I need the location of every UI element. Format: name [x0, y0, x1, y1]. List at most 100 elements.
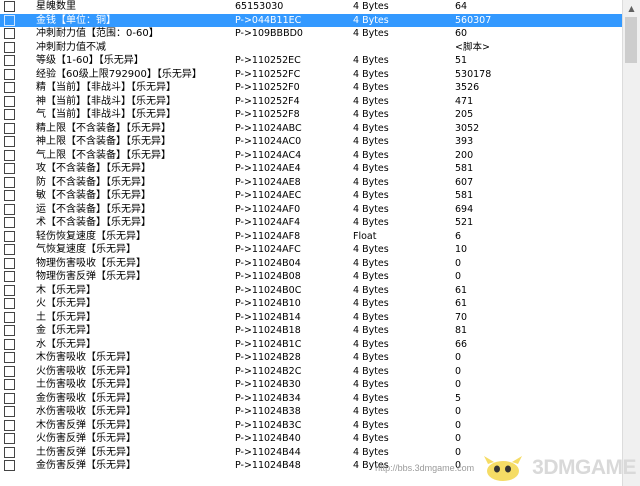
- row-value[interactable]: 51: [455, 54, 467, 68]
- table-row[interactable]: 火伤害吸收【乐无异】 P->11024B2C 4 Bytes 0: [0, 365, 623, 379]
- active-checkbox[interactable]: [4, 28, 15, 39]
- table-row[interactable]: 木【乐无异】 P->11024B0C 4 Bytes 61: [0, 284, 623, 298]
- row-value[interactable]: 0: [455, 432, 461, 446]
- active-checkbox[interactable]: [4, 163, 15, 174]
- table-row[interactable]: 水【乐无异】 P->11024B1C 4 Bytes 66: [0, 338, 623, 352]
- active-checkbox[interactable]: [4, 109, 15, 120]
- table-row[interactable]: 木伤害反弹【乐无异】 P->11024B3C 4 Bytes 0: [0, 419, 623, 433]
- active-checkbox[interactable]: [4, 271, 15, 282]
- active-checkbox[interactable]: [4, 95, 15, 107]
- table-row[interactable]: 金【乐无异】 P->11024B18 4 Bytes 81: [0, 324, 623, 338]
- row-value[interactable]: 560307: [455, 14, 491, 28]
- active-checkbox[interactable]: [4, 14, 15, 26]
- active-checkbox[interactable]: [4, 406, 15, 417]
- row-value[interactable]: 0: [455, 351, 461, 365]
- table-row[interactable]: 经验【60级上限792900】【乐无异】 P->110252FC 4 Bytes 53…: [0, 68, 623, 82]
- table-row[interactable]: 土【乐无异】 P->11024B14 4 Bytes 70: [0, 311, 623, 325]
- table-row[interactable]: 气恢复速度【乐无异】 P->11024AFC 4 Bytes 10: [0, 243, 623, 257]
- table-row[interactable]: 防【不含装备】【乐无异】 P->11024AE8 4 Bytes 607: [0, 176, 623, 190]
- row-value[interactable]: 694: [455, 203, 473, 217]
- table-row[interactable]: 水伤害吸收【乐无异】 P->11024B38 4 Bytes 0: [0, 405, 623, 419]
- table-row[interactable]: 冲刺耐力值【范围：0-60】 P->109BBBD0 4 Bytes 60: [0, 27, 623, 41]
- row-value[interactable]: 581: [455, 162, 473, 176]
- row-value[interactable]: 0: [455, 419, 461, 433]
- active-checkbox[interactable]: [4, 217, 15, 228]
- table-row[interactable]: 冲刺耐力值不减 <脚本>: [0, 41, 623, 55]
- table-row[interactable]: 轻伤恢复速度【乐无异】 P->11024AF8 Float 6: [0, 230, 623, 244]
- table-row[interactable]: 运【不含装备】【乐无异】 P->11024AF0 4 Bytes 694: [0, 203, 623, 217]
- table-row[interactable]: 精上限【不含装备】【乐无异】 P->11024ABC 4 Bytes 3052: [0, 122, 623, 136]
- active-checkbox[interactable]: [4, 41, 15, 53]
- scroll-up-arrow-icon[interactable]: ▲: [623, 0, 640, 17]
- active-checkbox[interactable]: [4, 203, 15, 215]
- active-checkbox[interactable]: [4, 284, 15, 296]
- row-value[interactable]: 0: [455, 365, 461, 379]
- table-row[interactable]: 物理伤害吸收【乐无异】 P->11024B04 4 Bytes 0: [0, 257, 623, 271]
- table-row[interactable]: 等级【1-60】【乐无异】 P->110252EC 4 Bytes 51: [0, 54, 623, 68]
- row-value[interactable]: 607: [455, 176, 473, 190]
- active-checkbox[interactable]: [4, 392, 15, 404]
- table-row[interactable]: 气【当前】【非战斗】【乐无异】 P->110252F8 4 Bytes 205: [0, 108, 623, 122]
- active-checkbox[interactable]: [4, 1, 15, 12]
- table-row[interactable]: 神【当前】【非战斗】【乐无异】 P->110252F4 4 Bytes 471: [0, 95, 623, 109]
- row-value[interactable]: 81: [455, 324, 467, 338]
- active-checkbox[interactable]: [4, 190, 15, 201]
- active-checkbox[interactable]: [4, 244, 15, 255]
- active-checkbox[interactable]: [4, 419, 15, 431]
- active-checkbox[interactable]: [4, 379, 15, 390]
- row-value[interactable]: 60: [455, 27, 467, 41]
- row-value[interactable]: 64: [455, 0, 467, 14]
- table-row[interactable]: 敏【不含装备】【乐无异】 P->11024AEC 4 Bytes 581: [0, 189, 623, 203]
- active-checkbox[interactable]: [4, 325, 15, 336]
- active-checkbox[interactable]: [4, 149, 15, 161]
- table-row[interactable]: 精【当前】【非战斗】【乐无异】 P->110252F0 4 Bytes 3526: [0, 81, 623, 95]
- active-checkbox[interactable]: [4, 82, 15, 93]
- table-row[interactable]: 火伤害反弹【乐无异】 P->11024B40 4 Bytes 0: [0, 432, 623, 446]
- table-row[interactable]: 木伤害吸收【乐无异】 P->11024B28 4 Bytes 0: [0, 351, 623, 365]
- row-value[interactable]: 530178: [455, 68, 491, 82]
- active-checkbox[interactable]: [4, 68, 15, 80]
- row-value[interactable]: 10: [455, 243, 467, 257]
- row-value[interactable]: 5: [455, 392, 461, 406]
- row-value[interactable]: 61: [455, 297, 467, 311]
- active-checkbox[interactable]: [4, 338, 15, 350]
- table-row[interactable]: 火【乐无异】 P->11024B10 4 Bytes 61: [0, 297, 623, 311]
- active-checkbox[interactable]: [4, 176, 15, 188]
- active-checkbox[interactable]: [4, 298, 15, 309]
- table-row[interactable]: 术【不含装备】【乐无异】 P->11024AF4 4 Bytes 521: [0, 216, 623, 230]
- table-row[interactable]: 攻【不含装备】【乐无异】 P->11024AE4 4 Bytes 581: [0, 162, 623, 176]
- row-value[interactable]: 581: [455, 189, 473, 203]
- row-value[interactable]: 3526: [455, 81, 479, 95]
- active-checkbox[interactable]: [4, 136, 15, 147]
- row-value[interactable]: 61: [455, 284, 467, 298]
- active-checkbox[interactable]: [4, 311, 15, 323]
- table-row[interactable]: 物理伤害反弹【乐无异】 P->11024B08 4 Bytes 0: [0, 270, 623, 284]
- scrollbar-thumb[interactable]: [625, 17, 637, 63]
- row-value[interactable]: 66: [455, 338, 467, 352]
- row-value[interactable]: 393: [455, 135, 473, 149]
- row-value[interactable]: 200: [455, 149, 473, 163]
- active-checkbox[interactable]: [4, 257, 15, 269]
- row-value[interactable]: <脚本>: [455, 41, 490, 55]
- row-value[interactable]: 0: [455, 405, 461, 419]
- table-row[interactable]: 星魄数里 65153030 4 Bytes 64: [0, 0, 623, 14]
- table-row[interactable]: 金伤害吸收【乐无异】 P->11024B34 4 Bytes 5: [0, 392, 623, 406]
- row-value[interactable]: 0: [455, 270, 461, 284]
- row-value[interactable]: 471: [455, 95, 473, 109]
- vertical-scrollbar[interactable]: ▲: [622, 0, 640, 486]
- row-value[interactable]: 521: [455, 216, 473, 230]
- active-checkbox[interactable]: [4, 433, 15, 444]
- row-value[interactable]: 3052: [455, 122, 479, 136]
- table-row[interactable]: 土伤害吸收【乐无异】 P->11024B30 4 Bytes 0: [0, 378, 623, 392]
- active-checkbox[interactable]: [4, 460, 15, 471]
- table-row[interactable]: 神上限【不含装备】【乐无异】 P->11024AC0 4 Bytes 393: [0, 135, 623, 149]
- table-row[interactable]: 金钱【单位：铜】 P->044B11EC 4 Bytes 560307: [0, 13, 623, 28]
- active-checkbox[interactable]: [4, 352, 15, 363]
- row-value[interactable]: 70: [455, 311, 467, 325]
- row-value[interactable]: 6: [455, 230, 461, 244]
- row-value[interactable]: 0: [455, 257, 461, 271]
- cheat-table-list[interactable]: 星魄数里 65153030 4 Bytes 64 金钱【单位：铜】 P->044B11EC…: [0, 0, 623, 486]
- table-row[interactable]: 气上限【不含装备】【乐无异】 P->11024AC4 4 Bytes 200: [0, 149, 623, 163]
- row-value[interactable]: 0: [455, 378, 461, 392]
- row-value[interactable]: 205: [455, 108, 473, 122]
